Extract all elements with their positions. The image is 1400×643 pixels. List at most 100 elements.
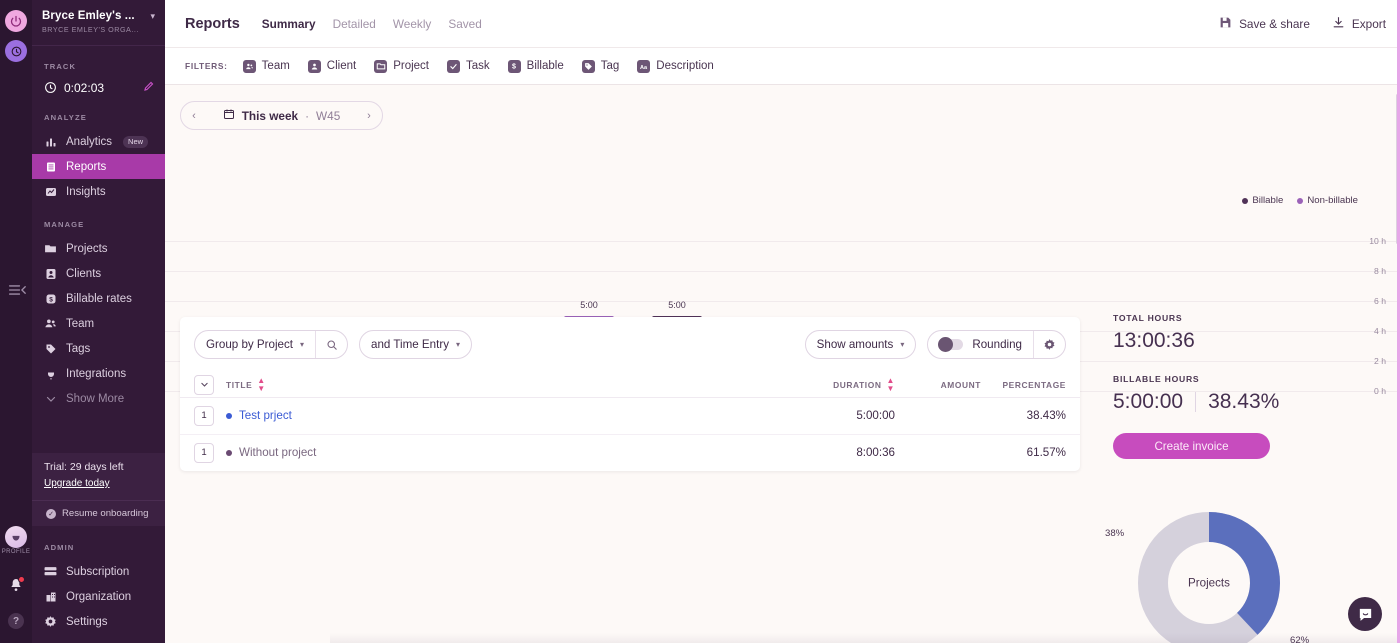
sidebar-item-label: Billable rates: [66, 292, 132, 305]
sidebar-item-label: Reports: [66, 160, 107, 173]
upgrade-link[interactable]: Upgrade today: [44, 478, 110, 489]
expand-all-button[interactable]: [194, 374, 214, 395]
collapse-sidebar-icon[interactable]: [8, 283, 26, 297]
sidebar-item-show-more[interactable]: Show More: [32, 386, 165, 411]
plug-icon: [44, 367, 57, 380]
report-table-card: Group by Project ▾ and Time Entry ▾ Show…: [180, 317, 1080, 471]
date-range-week: W45: [316, 108, 341, 123]
filter-client[interactable]: Client: [307, 59, 356, 73]
sidebar-item-insights[interactable]: Insights: [32, 179, 165, 204]
main-area: Reports Summary Detailed Weekly Saved Sa…: [165, 0, 1400, 643]
sort-icon[interactable]: ▲ ▼: [886, 376, 895, 393]
export-button[interactable]: Export: [1332, 16, 1386, 32]
gear-icon[interactable]: [1034, 331, 1065, 358]
filter-task[interactable]: Task: [447, 59, 490, 73]
help-icon[interactable]: ?: [8, 613, 24, 629]
power-icon[interactable]: [5, 10, 27, 32]
date-range-separator: ·: [305, 108, 310, 123]
column-header-amount[interactable]: AMOUNT: [895, 380, 981, 390]
table-row[interactable]: 1 Test prject 5:00:00 38.43%: [180, 398, 1080, 435]
column-header-percentage[interactable]: PERCENTAGE: [981, 380, 1066, 390]
tab-summary[interactable]: Summary: [262, 17, 316, 31]
sidebar-item-organization[interactable]: Organization: [32, 584, 165, 609]
filter-label: Billable: [526, 60, 564, 72]
filter-tag[interactable]: Tag: [581, 59, 619, 73]
sidebar-item-clients[interactable]: Clients: [32, 261, 165, 286]
group-by-select[interactable]: Group by Project ▾: [195, 331, 315, 358]
rounding-switch[interactable]: [938, 337, 964, 352]
table-toolbar: Group by Project ▾ and Time Entry ▾ Show…: [180, 317, 1080, 372]
tab-weekly[interactable]: Weekly: [393, 17, 431, 31]
next-period-button[interactable]: ›: [356, 110, 382, 122]
notification-dot: [18, 576, 25, 583]
resume-onboarding-button[interactable]: ✓ Resume onboarding: [32, 500, 165, 526]
date-range-selector[interactable]: ‹ This week · W45 ›: [180, 101, 383, 130]
billable-hours-value: 5:00:00: [1113, 390, 1184, 413]
row-title[interactable]: Test prject: [239, 409, 292, 422]
column-header-duration[interactable]: DURATION ▲ ▼: [789, 376, 895, 393]
bar-value-label: 5:00: [668, 300, 686, 310]
sidebar-item-reports[interactable]: Reports: [32, 154, 165, 179]
create-invoice-button[interactable]: Create invoice: [1113, 433, 1270, 459]
billable-percent-value: 38.43%: [1208, 390, 1280, 413]
rounding-label: Rounding: [972, 338, 1022, 351]
table-row[interactable]: 1 Without project 8:00:36 61.57%: [180, 435, 1080, 472]
sort-icon[interactable]: ▲ ▼: [257, 376, 266, 393]
rounding-control[interactable]: Rounding: [927, 330, 1066, 359]
filter-label: Description: [656, 60, 714, 72]
subgroup-select[interactable]: and Time Entry ▾: [360, 331, 471, 358]
filter-description[interactable]: Aa Description: [637, 59, 714, 73]
total-hours-value: 13:00:36: [1113, 329, 1195, 352]
group-by-control[interactable]: Group by Project ▾: [194, 330, 349, 359]
folder-icon: [44, 242, 57, 255]
sidebar-item-team[interactable]: Team: [32, 311, 165, 336]
dollar-icon: $: [44, 292, 57, 305]
chevron-down-icon: [44, 392, 57, 405]
save-icon: [1219, 16, 1232, 32]
date-range-label-group[interactable]: This week · W45: [207, 108, 356, 123]
sidebar-item-projects[interactable]: Projects: [32, 236, 165, 261]
sidebar-item-tags[interactable]: Tags: [32, 336, 165, 361]
avatar[interactable]: [5, 526, 27, 548]
sidebar-item-subscription[interactable]: Subscription: [32, 559, 165, 584]
tab-saved[interactable]: Saved: [448, 17, 481, 31]
filter-project[interactable]: Project: [374, 59, 429, 73]
row-duration: 8:00:36: [856, 446, 895, 460]
filter-team[interactable]: Team: [242, 59, 290, 73]
subgroup-label: and Time Entry: [371, 338, 449, 351]
sidebar-item-settings[interactable]: Settings: [32, 609, 165, 634]
timer-value: 0:02:03: [64, 80, 105, 95]
show-amounts-select[interactable]: Show amounts ▾: [806, 331, 916, 358]
calendar-icon: [223, 108, 235, 123]
sidebar-item-label: Clients: [66, 267, 102, 280]
content-area: ‹ This week · W45 › Billable Non-billabl…: [165, 85, 1400, 643]
row-count-badge[interactable]: 1: [194, 442, 214, 463]
edit-pencil-icon[interactable]: [143, 80, 155, 95]
download-icon: [1332, 16, 1345, 32]
rounding-toggle[interactable]: Rounding: [928, 331, 1033, 358]
summary-panel: TOTAL HOURS 13:00:36 BILLABLE HOURS 5:00…: [1113, 313, 1343, 459]
prev-period-button[interactable]: ‹: [181, 110, 207, 122]
clock-icon: [44, 81, 57, 94]
projects-donut-chart: Projects 38% 62%: [1105, 483, 1355, 643]
chevron-down-icon: ▾: [456, 340, 461, 349]
row-title-cell[interactable]: Without project: [226, 446, 316, 459]
subgroup-control[interactable]: and Time Entry ▾: [359, 330, 473, 359]
clock-icon[interactable]: [5, 40, 27, 62]
org-switcher[interactable]: Bryce Emley's ... ▾ BRYCE EMLEY'S ORGA..…: [32, 0, 165, 46]
sidebar-item-integrations[interactable]: Integrations: [32, 361, 165, 386]
save-and-share-button[interactable]: Save & share: [1219, 16, 1310, 32]
sidebar-item-billable-rates[interactable]: $ Billable rates: [32, 286, 165, 311]
sidebar-item-label: Tags: [66, 342, 91, 355]
show-amounts-control[interactable]: Show amounts ▾: [804, 330, 917, 359]
timer-row[interactable]: 0:02:03: [32, 78, 165, 97]
search-icon[interactable]: [316, 331, 347, 358]
sidebar-item-analytics[interactable]: Analytics New: [32, 129, 165, 154]
row-title-cell[interactable]: Test prject: [226, 409, 292, 422]
tab-detailed[interactable]: Detailed: [333, 17, 376, 31]
chat-bubble-icon[interactable]: [1348, 597, 1382, 631]
notification-bell-icon[interactable]: [8, 576, 25, 593]
filter-billable[interactable]: $ Billable: [507, 59, 564, 73]
column-header-title[interactable]: TITLE ▲ ▼: [226, 376, 266, 393]
row-count-badge[interactable]: 1: [194, 405, 214, 426]
